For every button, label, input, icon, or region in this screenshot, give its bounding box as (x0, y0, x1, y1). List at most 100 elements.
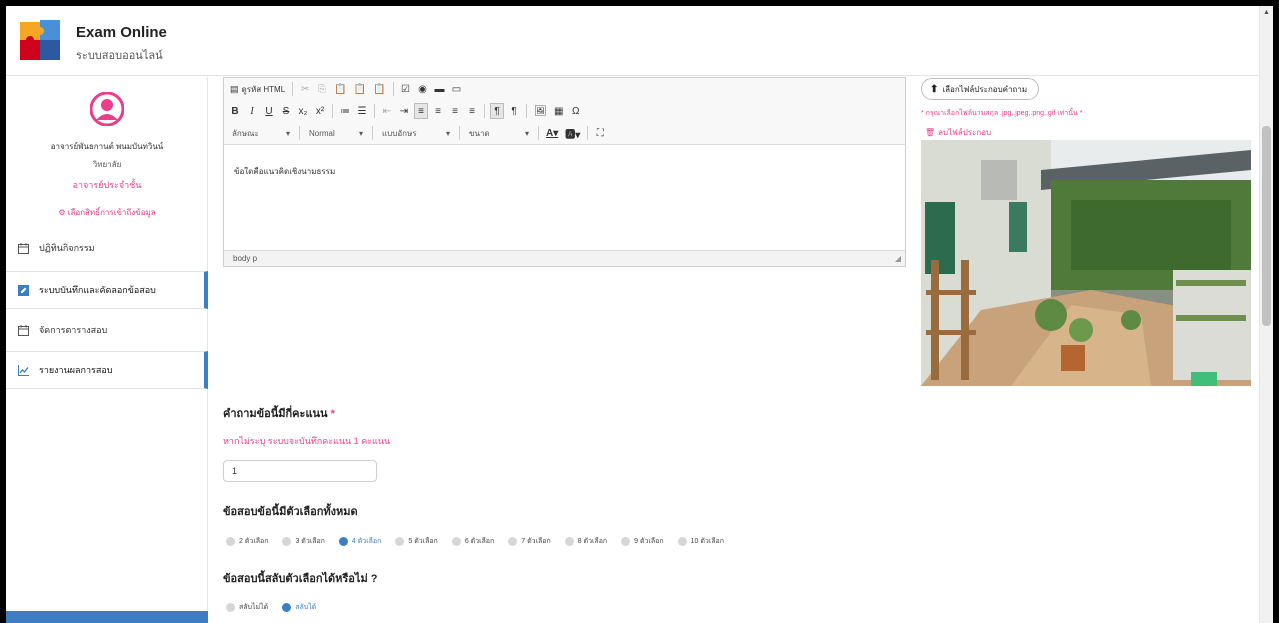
shuffle-option[interactable]: สลับไม่ได้ (226, 602, 268, 613)
numbered-list-icon[interactable]: ≔ (338, 103, 352, 119)
choice-count-option[interactable]: 6 ตัวเลือก (451, 536, 495, 547)
score-input[interactable]: 1 (223, 460, 377, 482)
italic-button[interactable]: I (245, 103, 259, 119)
app-subtitle: ระบบสอบออนไลน์ (76, 50, 163, 62)
table-icon[interactable]: ▦ (552, 103, 566, 119)
editor-content-area[interactable]: ข้อใดคือแนวคิดเชิงนามธรรม (224, 144, 905, 250)
textfield-icon[interactable]: ▬ (433, 81, 447, 97)
cut-icon[interactable]: ✂ (298, 81, 312, 97)
sidebar-item-report[interactable]: รายงานผลการสอบ (6, 351, 208, 389)
sidebar-item-exam-bank[interactable]: ระบบบันทึกและคัดลอกข้อสอบ (6, 271, 208, 309)
scroll-thumb[interactable] (1262, 126, 1271, 326)
upload-file-button[interactable]: ⬆ เลือกไฟล์ประกอบคำถาม (921, 78, 1039, 100)
radio-dot (621, 537, 631, 546)
scroll-up-arrow-icon[interactable]: ▲ (1263, 9, 1270, 16)
toolbar-separator (299, 126, 300, 140)
sidebar-item-label: ระบบบันทึกและคัดลอกข้อสอบ (39, 285, 156, 295)
score-hint: หากไม่ระบุ ระบบจะบันทึกคะแนน 1 คะแนน (223, 436, 391, 446)
bullet-list-icon[interactable]: ☰ (355, 103, 369, 119)
editor-toolbar-row-3: ลักษณะ ▾ Normal ▾ แบบอักษร ▾ ขนาด ▾ A▾ 🅰… (224, 122, 905, 144)
upload-hint: * กรุณาเลือกไฟล์นามสกุล .jpg,.jpeg,.png,… (921, 110, 1083, 117)
gears-icon: ⚙ (58, 208, 66, 217)
sidebar-item-calendar[interactable]: ปฏิทินกิจกรรม (6, 229, 208, 267)
image-icon[interactable]: 🖼 (532, 103, 549, 119)
app-title: Exam Online (76, 24, 167, 41)
chevron-down-icon: ▾ (445, 128, 450, 138)
line-chart-icon (18, 364, 29, 376)
format-label: Normal (309, 128, 335, 138)
option-label: 5 ตัวเลือก (408, 538, 438, 545)
option-label: 4 ตัวเลือก (351, 538, 382, 545)
checkbox-icon[interactable]: ☑ (399, 81, 413, 97)
rtl-icon[interactable]: ¶ (507, 103, 521, 119)
delete-file-label: ลบไฟล์ประกอบ (938, 128, 992, 137)
delete-file-link[interactable]: 🗑 ลบไฟล์ประกอบ (925, 126, 991, 139)
size-dropdown[interactable]: ขนาด ▾ (465, 125, 533, 141)
choice-count-option[interactable]: 10 ตัวเลือก (677, 536, 724, 547)
choice-count-option[interactable]: 2 ตัวเลือก (226, 536, 268, 547)
toolbar-separator (484, 104, 485, 118)
score-question-label: คำถามข้อนี้มีกี่คะแนน * (223, 404, 335, 422)
option-label: 6 ตัวเลือก (464, 538, 495, 545)
toolbar-separator (372, 126, 373, 140)
sidebar-footer-bar (6, 611, 208, 623)
choices-count-label: ข้อสอบข้อนี้มีตัวเลือกทั้งหมด (223, 506, 358, 518)
styles-dropdown[interactable]: ลักษณะ ▾ (228, 125, 294, 141)
bold-button[interactable]: B (228, 103, 242, 119)
paste-text-icon[interactable]: 📋 (352, 81, 368, 97)
choice-count-option[interactable]: 9 ตัวเลือก (621, 536, 664, 547)
permission-link[interactable]: ⚙ เลือกสิทธิ์การเข้าถึงข้อมูล (6, 206, 208, 219)
shuffle-option-selected[interactable]: สลับได้ (282, 602, 316, 613)
toolbar-separator (292, 82, 294, 96)
bg-color-icon[interactable]: 🅰▾ (563, 125, 582, 141)
editor-toolbar-row-2: B I U S x₂ x² ≔ ☰ ⇤ ⇥ ≡ ≡ ≡ ≡ ¶ ¶ 🖼 ▦ Ω (224, 100, 905, 122)
shuffle-radio-group: สลับไม่ได้ สลับได้ (226, 602, 316, 613)
question-text[interactable]: ข้อใดคือแนวคิดเชิงนามธรรม (234, 165, 335, 178)
option-label: 9 ตัวเลือก (634, 538, 664, 545)
maximize-icon[interactable]: ⛶ (593, 125, 607, 141)
choice-count-option-selected[interactable]: 4 ตัวเลือก (338, 536, 382, 547)
radio-dot (282, 603, 292, 612)
button-icon[interactable]: ▭ (450, 81, 464, 97)
toolbar-separator (374, 104, 375, 118)
format-dropdown[interactable]: Normal ▾ (305, 125, 367, 141)
upload-icon: ⬆ (930, 83, 939, 95)
size-label: ขนาด (469, 128, 490, 138)
attached-photo (921, 140, 1251, 386)
align-left-icon[interactable]: ≡ (414, 103, 428, 119)
paste-icon[interactable]: 📋 (332, 81, 348, 97)
subscript-button[interactable]: x₂ (296, 103, 310, 119)
radio-dot (338, 537, 348, 546)
resize-grip-icon[interactable]: ◢ (895, 251, 901, 266)
page-scrollbar[interactable]: ▲ (1259, 6, 1273, 623)
indent-icon[interactable]: ⇥ (397, 103, 411, 119)
choice-count-option[interactable]: 8 ตัวเลือก (564, 536, 607, 547)
font-dropdown[interactable]: แบบอักษร ▾ (378, 125, 454, 141)
special-char-icon[interactable]: Ω (569, 103, 583, 119)
radio-icon[interactable]: ◉ (416, 81, 430, 97)
align-right-icon[interactable]: ≡ (448, 103, 462, 119)
ltr-icon[interactable]: ¶ (490, 103, 504, 119)
superscript-button[interactable]: x² (313, 103, 327, 119)
sidebar-item-label: ปฏิทินกิจกรรม (39, 243, 95, 253)
strike-button[interactable]: S (279, 103, 293, 119)
source-button[interactable]: ▤ ดูรหัส HTML (228, 81, 287, 97)
paste-word-icon[interactable]: 📋 (371, 81, 387, 97)
radio-dot (564, 537, 574, 546)
toolbar-separator (332, 104, 333, 118)
copy-icon[interactable]: ⎘ (315, 81, 329, 97)
radio-dot (451, 537, 461, 546)
align-justify-icon[interactable]: ≡ (465, 103, 479, 119)
radio-dot (508, 537, 518, 546)
score-label-text: คำถามข้อนี้มีกี่คะแนน (223, 408, 328, 420)
sidebar-item-schedule[interactable]: จัดการตารางสอบ (6, 311, 208, 349)
align-center-icon[interactable]: ≡ (431, 103, 445, 119)
outdent-icon[interactable]: ⇤ (380, 103, 394, 119)
styles-label: ลักษณะ (232, 128, 259, 138)
underline-button[interactable]: U (262, 103, 276, 119)
user-role[interactable]: อาจารย์ประจำชั้น (6, 178, 208, 192)
choice-count-option[interactable]: 5 ตัวเลือก (395, 536, 438, 547)
text-color-icon[interactable]: A▾ (544, 125, 560, 141)
choice-count-option[interactable]: 3 ตัวเลือก (282, 536, 325, 547)
choice-count-option[interactable]: 7 ตัวเลือก (508, 536, 551, 547)
